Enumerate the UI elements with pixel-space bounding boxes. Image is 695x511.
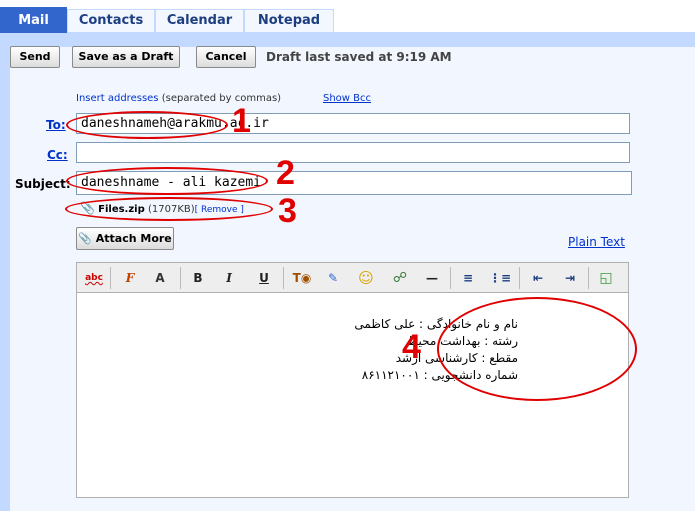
editor-toolbar: abc F A B I U T◉ ✎ ☺ ☍ — ≡ ⋮≡ ⇤ ⇥ ◱ — [76, 262, 629, 293]
show-bcc-link[interactable]: Show Bcc — [323, 93, 371, 104]
attach-more-label: Attach More — [95, 231, 172, 245]
paperclip-icon: 📎 — [78, 231, 92, 245]
tab-label: Calendar — [166, 13, 233, 28]
toolbar-divider — [110, 267, 111, 289]
toolbar-divider — [519, 267, 520, 289]
link-icon[interactable]: ☍ — [389, 268, 411, 288]
bullet-list-icon[interactable]: ⋮≡ — [489, 268, 511, 288]
toolbar-divider — [180, 267, 181, 289]
cancel-button[interactable]: Cancel — [196, 46, 256, 68]
indent-icon[interactable]: ⇥ — [559, 268, 581, 288]
to-field[interactable]: daneshnameh@arakmu.ac.ir — [76, 113, 630, 134]
subject-field[interactable]: daneshname - ali kazemi — [76, 171, 632, 195]
remove-attachment-link[interactable]: [ Remove ] — [195, 205, 244, 215]
plain-text-link[interactable]: Plain Text — [568, 235, 625, 249]
cc-field[interactable] — [76, 142, 630, 163]
annotation-number: 4 — [402, 328, 421, 366]
body-line: شماره دانشجویی : ۸۶۱۱۲۱۰۰۱ — [361, 368, 518, 382]
tab-label: Contacts — [78, 13, 144, 28]
tab-bar: Mail Contacts Calendar Notepad — [0, 0, 695, 33]
annotation-number: 2 — [276, 154, 295, 192]
tab-label: Notepad — [257, 13, 321, 28]
attachment-row: 📎 Files.zip (1707KB)[ Remove ] — [80, 201, 244, 215]
attachment-size: (1707KB) — [147, 204, 195, 215]
outdent-icon[interactable]: ⇤ — [527, 268, 549, 288]
toolbar-divider — [283, 267, 284, 289]
underline-icon[interactable]: U — [253, 268, 275, 288]
to-label[interactable]: To: — [46, 118, 66, 132]
align-icon[interactable]: ≡ — [457, 268, 479, 288]
tab-mail[interactable]: Mail — [0, 7, 67, 33]
insert-addresses-link[interactable]: Insert addresses — [76, 93, 159, 104]
annotation-number: 3 — [278, 192, 297, 230]
send-button[interactable]: Send — [10, 46, 60, 68]
body-line: رشته : بهداشت محیط — [407, 334, 518, 348]
tab-label: Mail — [18, 13, 49, 28]
draft-status: Draft last saved at 9:19 AM — [266, 50, 452, 64]
toolbar-divider — [450, 267, 451, 289]
tab-calendar[interactable]: Calendar — [155, 9, 244, 32]
message-editor[interactable]: نام و نام خانوادگی : علی کاظمی رشته : به… — [76, 293, 629, 498]
body-line: نام و نام خانوادگی : علی کاظمی — [354, 317, 518, 331]
highlight-icon[interactable]: ✎ — [322, 268, 344, 288]
cc-label[interactable]: Cc: — [47, 148, 68, 162]
toolbar-divider — [588, 267, 589, 289]
horizontal-rule-icon[interactable]: — — [421, 268, 443, 288]
text-color-icon[interactable]: T◉ — [291, 268, 313, 288]
annotation-number: 1 — [232, 102, 251, 140]
clear-formatting-icon[interactable]: ◱ — [595, 268, 617, 288]
italic-icon[interactable]: I — [218, 268, 240, 288]
paperclip-icon: 📎 — [80, 201, 95, 215]
tab-notepad[interactable]: Notepad — [244, 9, 334, 32]
font-family-icon[interactable]: F — [119, 268, 141, 288]
separated-hint: (separated by commas) — [161, 93, 282, 104]
subject-label: Subject: — [15, 177, 71, 191]
emoticon-icon[interactable]: ☺ — [355, 268, 377, 288]
attach-more-button[interactable]: 📎 Attach More — [76, 227, 174, 250]
save-draft-button[interactable]: Save as a Draft — [72, 46, 180, 68]
font-size-icon[interactable]: A — [149, 268, 171, 288]
tab-contacts[interactable]: Contacts — [67, 9, 155, 32]
bold-icon[interactable]: B — [187, 268, 209, 288]
attachment-name: Files.zip — [98, 204, 145, 215]
spellcheck-icon[interactable]: abc — [83, 268, 105, 288]
